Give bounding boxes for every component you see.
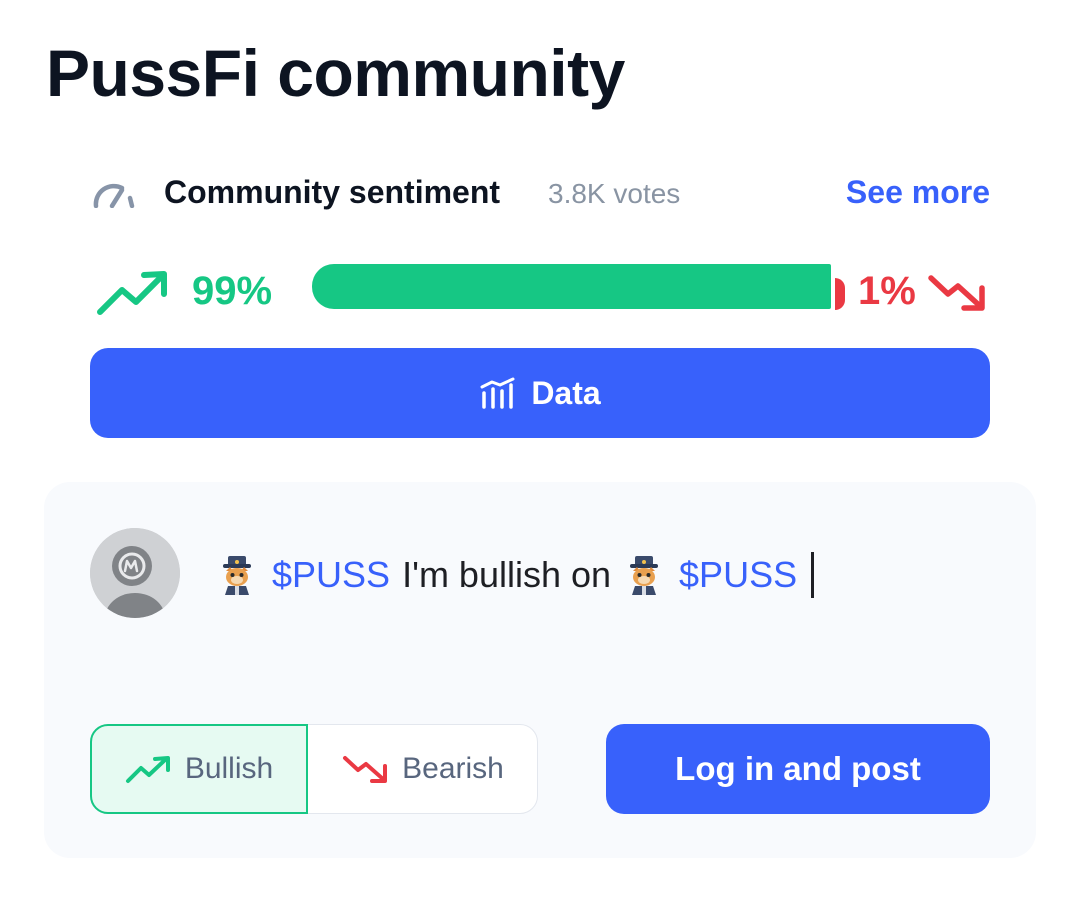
post-input[interactable]: $PUSS I'm bullish on $PUSS <box>216 552 815 598</box>
text-caret <box>811 552 815 598</box>
page-title: PussFi community <box>46 36 625 110</box>
trending-up-icon <box>125 756 170 783</box>
see-more-link[interactable]: See more <box>846 172 990 212</box>
data-button[interactable]: Data <box>90 348 990 438</box>
post-text: I'm bullish on <box>402 554 612 595</box>
vote-count: 3.8K votes <box>548 178 681 209</box>
sentiment-header: Community sentiment 3.8K votes See more <box>92 168 990 216</box>
cat-with-hat-emoji <box>630 556 659 595</box>
bearish-bar-fill <box>835 278 845 310</box>
sentiment-label: Community sentiment <box>164 174 501 210</box>
bullish-bar-fill <box>312 264 831 309</box>
post-composer: $PUSS I'm bullish on $PUSS Bullish Beari… <box>44 482 1036 858</box>
coinmarketcap-avatar-icon <box>90 528 180 618</box>
data-button-label: Data <box>531 374 601 411</box>
sentiment-toggle: Bullish Bearish <box>90 724 538 814</box>
bullish-label: Bullish <box>184 752 274 785</box>
sentiment-bar <box>312 264 845 310</box>
login-and-post-button[interactable]: Log in and post <box>606 724 990 814</box>
trending-down-icon <box>343 756 388 783</box>
trending-down-icon <box>928 275 985 311</box>
bearish-toggle-button[interactable]: Bearish <box>308 725 538 813</box>
bearish-label: Bearish <box>402 752 504 785</box>
token-tag[interactable]: $PUSS <box>272 552 390 598</box>
bearish-percent: 1% <box>858 269 916 313</box>
avatar <box>90 528 180 618</box>
bar-chart-icon <box>480 377 515 409</box>
trending-up-icon <box>97 271 167 315</box>
sentiment-bar-row: 99% 1% <box>92 262 990 320</box>
bullish-percent: 99% <box>192 269 273 313</box>
cat-with-hat-emoji <box>223 556 251 595</box>
gauge-icon <box>93 183 135 208</box>
token-tag[interactable]: $PUSS <box>679 552 797 598</box>
community-page: PussFi community Community sentiment 3.8… <box>0 0 1080 905</box>
bullish-toggle-button[interactable]: Bullish <box>90 724 308 814</box>
